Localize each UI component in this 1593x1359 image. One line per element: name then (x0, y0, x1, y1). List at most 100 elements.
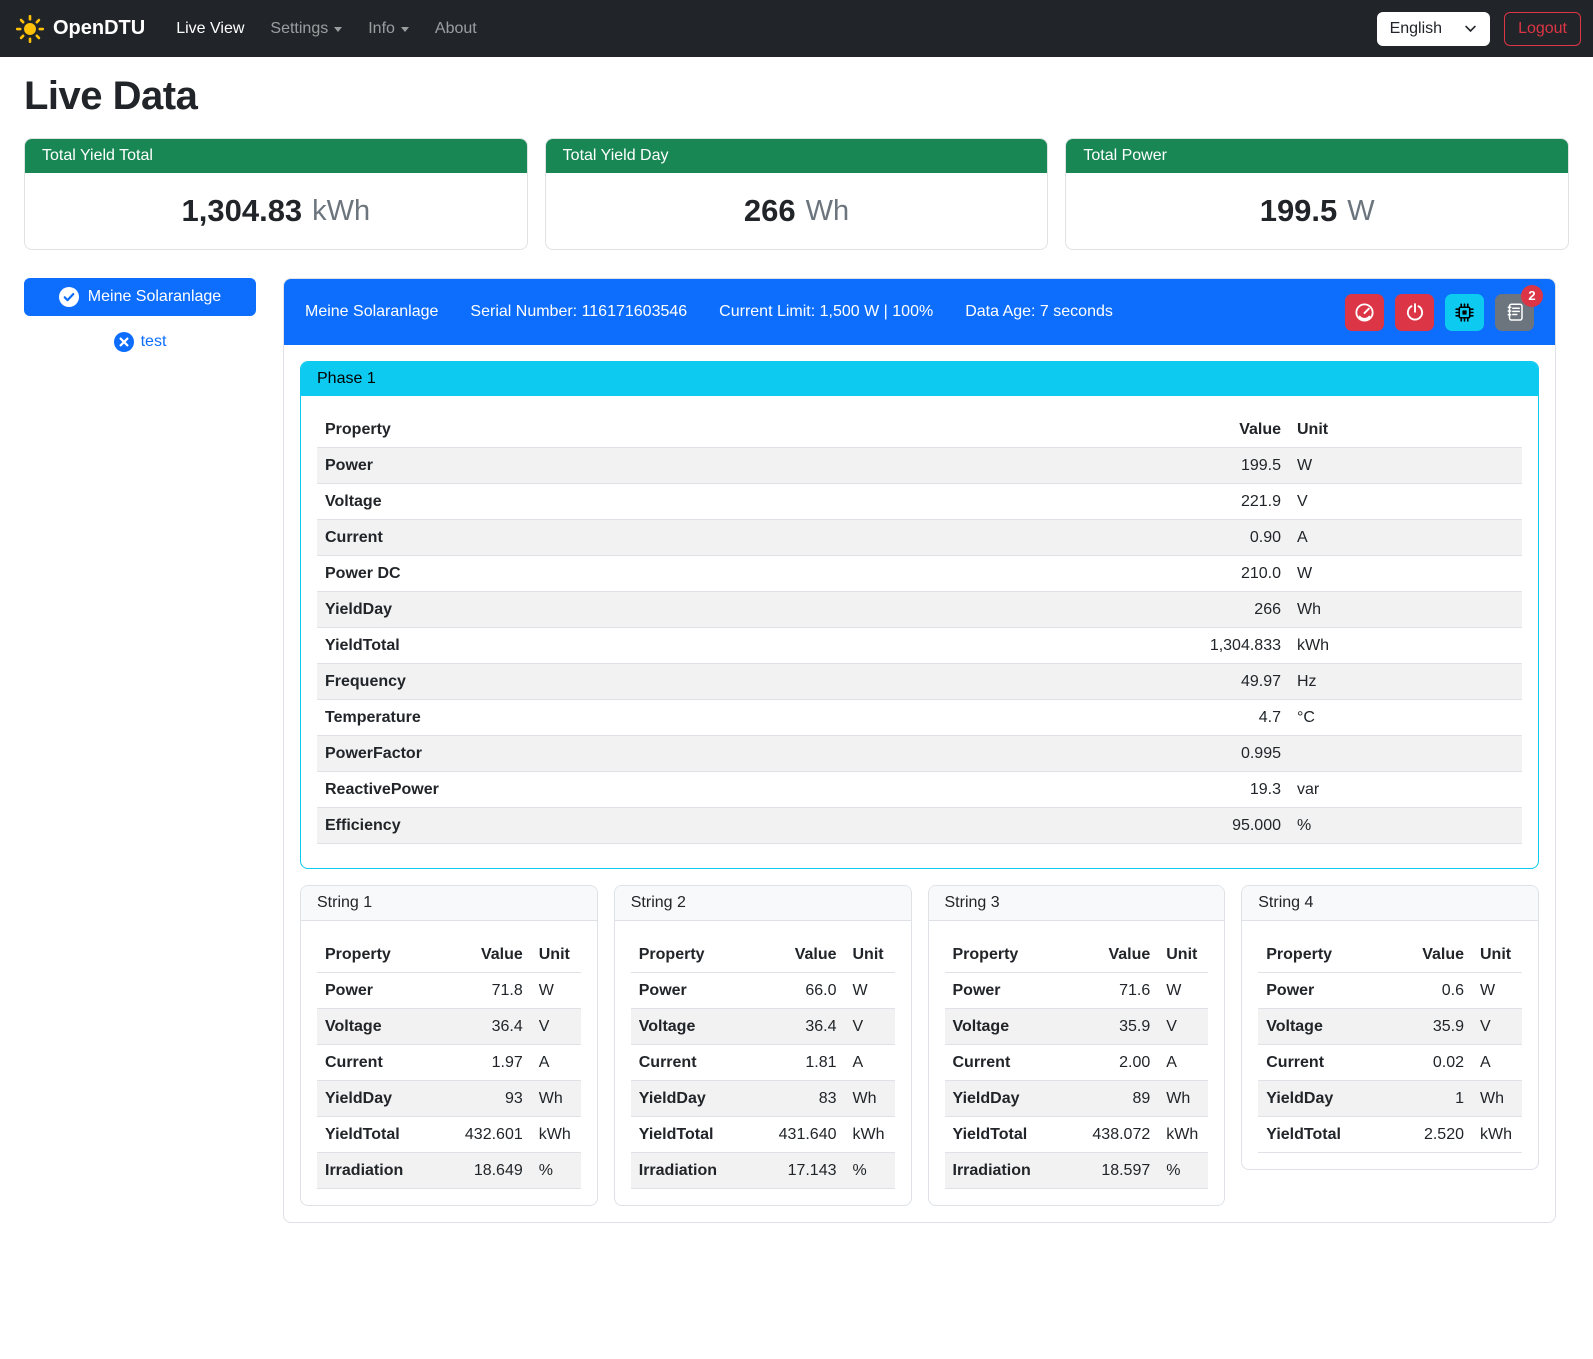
inverter-actions: 2 (1345, 294, 1534, 331)
brand-link[interactable]: OpenDTU (16, 15, 145, 43)
value-cell: 0.995 (1149, 736, 1289, 772)
nav-item-settings[interactable]: Settings (257, 12, 355, 46)
property-cell: Voltage (631, 1009, 749, 1045)
unit-cell: V (531, 1009, 581, 1045)
string-card-2: String 2 Property Value Unit (614, 885, 912, 1206)
event-log-button[interactable]: 2 (1495, 294, 1534, 331)
table-row: Power DC210.0W (317, 556, 1522, 592)
cpu-icon (1454, 302, 1475, 323)
table-row: Current0.90A (317, 520, 1522, 556)
value-cell: 0.90 (1149, 520, 1289, 556)
table-row: PowerFactor0.995 (317, 736, 1522, 772)
property-cell: Irradiation (631, 1153, 749, 1189)
card-unit: W (1347, 195, 1374, 228)
summary-cards-row: Total Yield Total 1,304.83 kWh Total Yie… (24, 138, 1569, 250)
table-header-row: Property Value Unit (1258, 937, 1522, 973)
unit-cell: A (1472, 1045, 1522, 1081)
table-row: Irradiation17.143% (631, 1153, 895, 1189)
value-cell: 93 (435, 1081, 531, 1117)
language-value: English (1390, 20, 1442, 38)
nav-links: Live View Settings Info About (163, 12, 490, 46)
value-cell: 18.597 (1062, 1153, 1158, 1189)
card-body: 199.5 W (1066, 173, 1568, 249)
unit-cell: Wh (531, 1081, 581, 1117)
table-row: Current2.00A (945, 1045, 1209, 1081)
nav-item-info[interactable]: Info (355, 12, 422, 46)
table-row: Power0.6W (1258, 973, 1522, 1009)
inverter-limit: Current Limit: 1,500 W | 100% (719, 303, 933, 321)
value-cell: 1,304.833 (1149, 628, 1289, 664)
column-value: Value (1062, 937, 1158, 973)
column-unit: Unit (845, 937, 895, 973)
table-row: YieldDay83Wh (631, 1081, 895, 1117)
power-button[interactable] (1395, 294, 1434, 331)
unit-cell: A (1289, 520, 1522, 556)
column-property: Property (317, 412, 1149, 448)
value-cell: 2.00 (1062, 1045, 1158, 1081)
string-title: String 1 (301, 886, 597, 921)
property-cell: Current (945, 1045, 1063, 1081)
table-row: YieldDay93Wh (317, 1081, 581, 1117)
inverter-data-age: Data Age: 7 seconds (965, 303, 1113, 321)
value-cell: 1.81 (749, 1045, 845, 1081)
table-row: YieldTotal431.640kWh (631, 1117, 895, 1153)
property-cell: Irradiation (317, 1153, 435, 1189)
sun-logo-icon (16, 15, 44, 43)
device-info-button[interactable] (1445, 294, 1484, 331)
table-row: Voltage35.9V (945, 1009, 1209, 1045)
table-row: YieldDay266Wh (317, 592, 1522, 628)
table-row: Current1.97A (317, 1045, 581, 1081)
unit-cell: kWh (1158, 1117, 1208, 1153)
journal-text-icon (1505, 302, 1525, 322)
unit-cell: Hz (1289, 664, 1522, 700)
unit-cell: W (845, 973, 895, 1009)
table-row: YieldDay1Wh (1258, 1081, 1522, 1117)
nav-item-live-view[interactable]: Live View (163, 12, 257, 46)
main-row: Meine Solaranlage test Meine Solaranlage… (24, 278, 1569, 1223)
string-table-4: Property Value Unit Power0.6WVoltage35.9… (1258, 937, 1522, 1153)
unit-cell: % (1158, 1153, 1208, 1189)
value-cell: 89 (1062, 1081, 1158, 1117)
table-row: ReactivePower19.3var (317, 772, 1522, 808)
value-cell: 83 (749, 1081, 845, 1117)
value-cell: 221.9 (1149, 484, 1289, 520)
value-cell: 1.97 (435, 1045, 531, 1081)
unit-cell: V (845, 1009, 895, 1045)
property-cell: Current (631, 1045, 749, 1081)
value-cell: 0.02 (1376, 1045, 1472, 1081)
table-row: Power66.0W (631, 973, 895, 1009)
nav-item-about[interactable]: About (422, 12, 490, 46)
logout-button[interactable]: Logout (1504, 12, 1581, 46)
value-cell: 199.5 (1149, 448, 1289, 484)
inverter-item-test[interactable]: test (24, 332, 256, 352)
property-cell: Efficiency (317, 808, 1149, 844)
language-select[interactable]: English (1377, 12, 1490, 46)
inverter-item-label: test (141, 333, 167, 351)
unit-cell: Wh (845, 1081, 895, 1117)
string-body: Property Value Unit Power0.6WVoltage35.9… (1242, 921, 1538, 1169)
unit-cell: V (1472, 1009, 1522, 1045)
value-cell: 266 (1149, 592, 1289, 628)
table-row: YieldTotal432.601kWh (317, 1117, 581, 1153)
value-cell: 35.9 (1376, 1009, 1472, 1045)
limit-settings-button[interactable] (1345, 294, 1384, 331)
property-cell: YieldDay (945, 1081, 1063, 1117)
navbar: OpenDTU Live View Settings Info About En… (0, 0, 1593, 57)
unit-cell: A (1158, 1045, 1208, 1081)
x-circle-icon (114, 332, 134, 352)
caret-down-icon (401, 27, 409, 32)
card-body: 1,304.83 kWh (25, 173, 527, 249)
phase-body: Property Value Unit Power199.5WVoltage22… (301, 396, 1538, 868)
card-value: 199.5 (1260, 193, 1338, 229)
speedometer-icon (1354, 302, 1375, 323)
column-property: Property (631, 937, 749, 973)
property-cell: PowerFactor (317, 736, 1149, 772)
table-row: YieldTotal438.072kWh (945, 1117, 1209, 1153)
table-header-row: Property Value Unit (945, 937, 1209, 973)
inverter-select-button[interactable]: Meine Solaranlage (24, 278, 256, 316)
property-cell: ReactivePower (317, 772, 1149, 808)
table-row: Voltage35.9V (1258, 1009, 1522, 1045)
unit-cell: W (531, 973, 581, 1009)
value-cell: 18.649 (435, 1153, 531, 1189)
property-cell: Voltage (945, 1009, 1063, 1045)
